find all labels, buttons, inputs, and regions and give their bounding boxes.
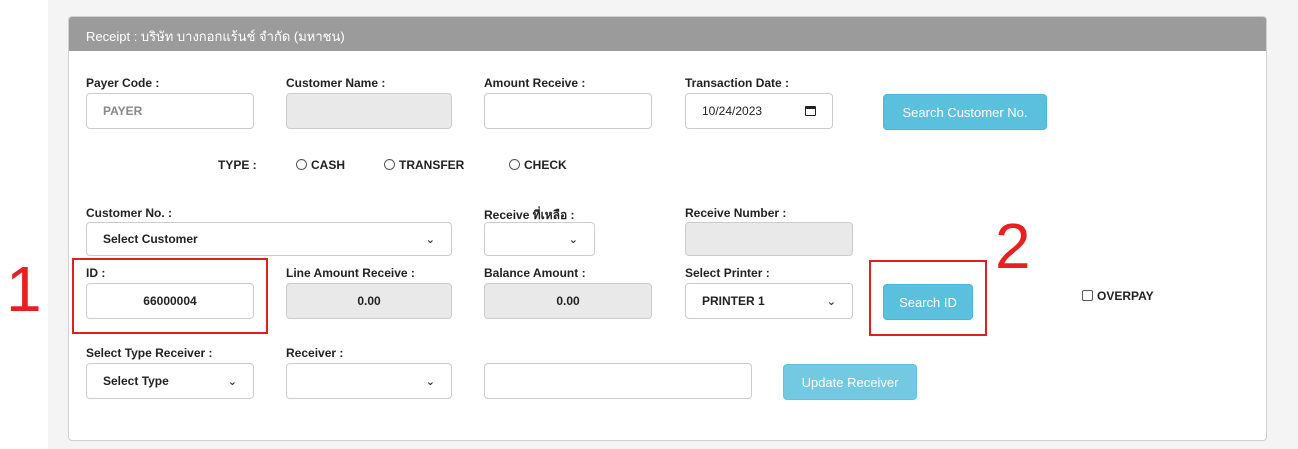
transfer-radio[interactable] [384, 159, 395, 170]
receive-number-label: Receive Number : [685, 206, 787, 220]
cash-label: CASH [311, 158, 346, 172]
payer-code-input[interactable]: PAYER [86, 93, 254, 129]
amount-receive-input[interactable] [484, 93, 652, 129]
payer-code-placeholder: PAYER [103, 104, 143, 118]
cash-radio[interactable] [296, 159, 307, 170]
type-receiver-selected: Select Type [103, 374, 169, 388]
customer-no-selected: Select Customer [103, 232, 198, 246]
type-option-check[interactable]: CHECK [509, 158, 567, 172]
transaction-date-label: Transaction Date : [685, 76, 790, 90]
select-printer-label: Select Printer : [685, 266, 770, 280]
panel-title: Receipt : บริษัท บางกอกแร้นช์ จำกัด (มหา… [69, 17, 1266, 51]
annotation-box-1 [72, 258, 268, 334]
select-type-receiver-label: Select Type Receiver : [86, 346, 213, 360]
chevron-down-icon: ⌄ [826, 295, 836, 308]
line-amount-receive-input[interactable]: 0.00 [286, 283, 452, 319]
overpay-label: OVERPAY [1097, 289, 1154, 303]
chevron-down-icon: ⌄ [425, 233, 435, 246]
receiver-label: Receiver : [286, 346, 344, 360]
receiver-text-input[interactable] [484, 363, 752, 399]
annotation-number-2: 2 [995, 210, 1031, 282]
search-customer-button[interactable]: Search Customer No. [883, 94, 1047, 130]
customer-name-label: Customer Name : [286, 76, 386, 90]
customer-no-label: Customer No. : [86, 206, 173, 220]
customer-no-select[interactable]: Select Customer ⌄ [86, 222, 452, 256]
select-printer-select[interactable]: PRINTER 1 ⌄ [685, 283, 853, 319]
amount-receive-label: Amount Receive : [484, 76, 586, 90]
overpay-checkbox[interactable] [1082, 290, 1093, 301]
transaction-date-value: 10/24/2023 [702, 104, 763, 118]
type-label: TYPE : [218, 158, 257, 172]
annotation-number-1: 1 [6, 253, 42, 325]
customer-name-input[interactable] [286, 93, 452, 129]
transfer-label: TRANSFER [399, 158, 465, 172]
printer-selected: PRINTER 1 [702, 294, 765, 308]
annotation-box-2 [869, 260, 987, 336]
balance-amount-label: Balance Amount : [484, 266, 586, 280]
receiver-select[interactable]: ⌄ [286, 363, 452, 399]
type-option-cash[interactable]: CASH [296, 158, 345, 172]
chevron-down-icon: ⌄ [568, 233, 578, 246]
chevron-down-icon: ⌄ [425, 375, 435, 388]
line-amount-receive-label: Line Amount Receive : [286, 266, 415, 280]
payer-code-label: Payer Code : [86, 76, 160, 90]
receive-number-input[interactable] [685, 222, 853, 256]
balance-amount-input[interactable]: 0.00 [484, 283, 652, 319]
update-receiver-button[interactable]: Update Receiver [783, 364, 917, 400]
receive-remaining-select[interactable]: ⌄ [484, 222, 595, 256]
chevron-down-icon: ⌄ [227, 375, 237, 388]
transaction-date-input[interactable]: 10/24/2023 [685, 93, 833, 129]
check-radio[interactable] [509, 159, 520, 170]
check-label: CHECK [524, 158, 567, 172]
overpay-option[interactable]: OVERPAY [1082, 289, 1154, 303]
select-type-receiver-select[interactable]: Select Type ⌄ [86, 363, 254, 399]
type-option-transfer[interactable]: TRANSFER [384, 158, 464, 172]
calendar-icon[interactable] [805, 106, 816, 116]
